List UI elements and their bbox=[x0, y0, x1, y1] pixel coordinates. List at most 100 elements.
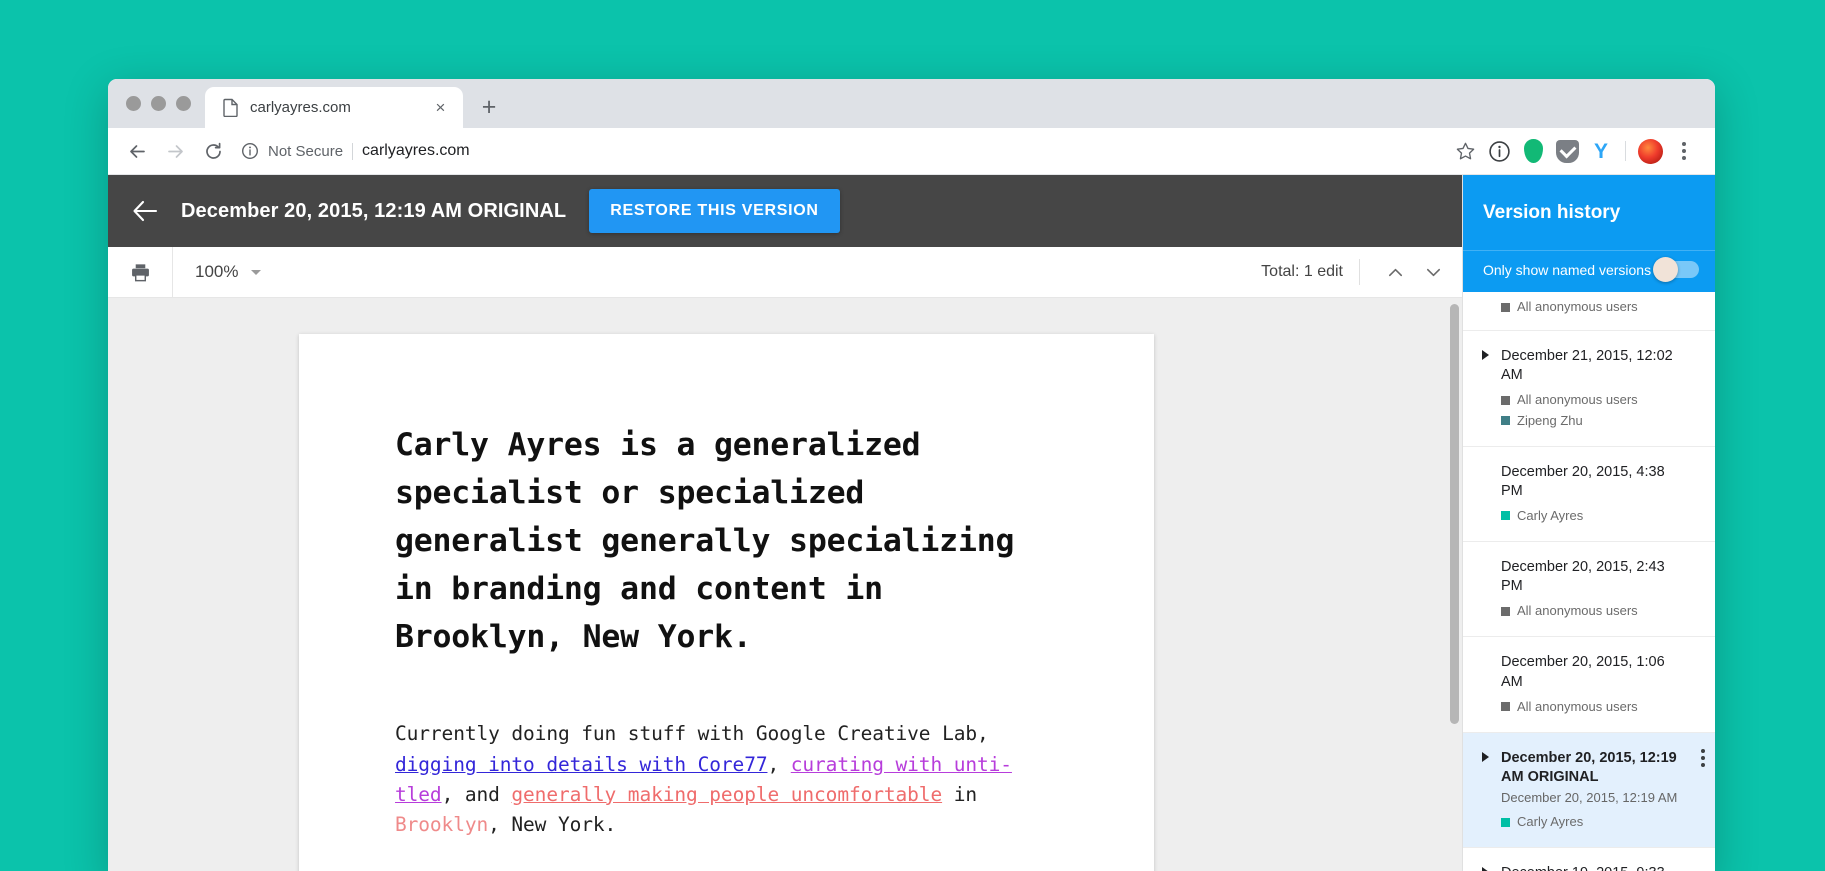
browser-window: carlyayres.com × + Not Secure carlyayres… bbox=[108, 79, 1715, 871]
expand-triangle-icon[interactable] bbox=[1482, 867, 1489, 871]
y-extension-icon[interactable]: Y bbox=[1584, 134, 1618, 168]
editor-color-swatch bbox=[1501, 606, 1510, 616]
forward-button-icon[interactable] bbox=[156, 132, 194, 170]
version-date: December 20, 2015, 12:19 AM ORIGINAL bbox=[1501, 749, 1677, 785]
version-history-item[interactable]: December 21, 2015, 12:02 AM All anonymous… bbox=[1463, 331, 1715, 447]
close-icon[interactable]: × bbox=[431, 98, 450, 117]
paragraph-brooklyn-text: Brooklyn bbox=[395, 813, 489, 837]
security-status-text: Not Secure bbox=[268, 142, 344, 160]
editor-name: Carly Ayres bbox=[1517, 507, 1584, 523]
version-editor: All anonymous users bbox=[1501, 697, 1697, 717]
paragraph-tail-text: , New York. bbox=[488, 813, 617, 837]
back-button-icon[interactable] bbox=[118, 132, 156, 170]
version-options-kebab-icon[interactable] bbox=[1701, 748, 1705, 767]
next-edit-button[interactable] bbox=[1414, 253, 1452, 291]
green-pin-extension-icon[interactable] bbox=[1516, 134, 1550, 168]
version-history-header: Version history Only show named versions bbox=[1463, 175, 1715, 292]
info-circle-icon[interactable] bbox=[241, 142, 259, 160]
maximize-window-button[interactable] bbox=[176, 96, 191, 111]
expand-triangle-icon[interactable] bbox=[1482, 350, 1489, 361]
version-title: December 20, 2015, 12:19 AM ORIGINAL bbox=[181, 199, 567, 222]
document-toolbar: 100% Total: 1 edit bbox=[108, 246, 1462, 298]
editor-color-swatch bbox=[1501, 395, 1510, 405]
close-window-button[interactable] bbox=[126, 96, 141, 111]
profile-avatar[interactable] bbox=[1633, 134, 1667, 168]
link-uncomfortable[interactable]: generally making people uncomfortable bbox=[511, 783, 942, 806]
version-date: December 21, 2015, 12:02 AM bbox=[1501, 348, 1673, 384]
minimize-window-button[interactable] bbox=[151, 96, 166, 111]
zoom-value: 100% bbox=[195, 262, 239, 281]
version-editor: Zipeng Zhu bbox=[1501, 411, 1697, 431]
version-editor: All anonymous users bbox=[1501, 390, 1697, 410]
version-editors: All anonymous users bbox=[1484, 297, 1697, 317]
version-history-item[interactable]: December 20, 2015, 12:19 AM ORIGINAL Dece… bbox=[1463, 732, 1715, 849]
paragraph-sep-3: in bbox=[942, 782, 978, 806]
version-editors: Carly Ayres bbox=[1484, 812, 1697, 832]
window-traffic-lights bbox=[121, 79, 205, 128]
editor-color-swatch bbox=[1501, 416, 1510, 426]
version-editors: All anonymous users bbox=[1484, 601, 1697, 621]
editor-color-swatch bbox=[1501, 817, 1510, 827]
version-date: December 20, 2015, 4:38 PM bbox=[1501, 463, 1665, 499]
document-heading: Carly Ayres is a generalized specialist … bbox=[395, 427, 1015, 655]
reload-button-icon[interactable] bbox=[194, 132, 232, 170]
document-scrollbar[interactable] bbox=[1450, 304, 1459, 724]
new-tab-button[interactable]: + bbox=[469, 87, 509, 128]
named-versions-label: Only show named versions bbox=[1483, 261, 1652, 278]
browser-toolbar: Not Secure carlyayres.com Y bbox=[108, 128, 1715, 175]
version-history-item[interactable]: December 20, 2015, 1:06 AM All anonymous … bbox=[1463, 637, 1715, 733]
chevron-down-icon[interactable] bbox=[251, 269, 262, 275]
toolbar-divider bbox=[1625, 141, 1626, 161]
named-versions-toggle-row[interactable]: Only show named versions bbox=[1463, 250, 1715, 292]
browser-extension-icons: Y bbox=[1448, 134, 1701, 168]
version-date: December 20, 2015, 1:06 AM bbox=[1501, 654, 1665, 690]
named-versions-toggle[interactable] bbox=[1653, 257, 1699, 282]
document-paragraph-1: Currently doing fun stuff with Google Cr… bbox=[395, 719, 1058, 840]
pocket-shield-extension-icon[interactable] bbox=[1550, 134, 1584, 168]
version-history-item[interactable]: December 19, 2015, 9:33 PMCarly Ayres bbox=[1463, 848, 1715, 871]
document-page: Carly Ayres is a generalized specialist … bbox=[299, 334, 1154, 871]
zoom-control[interactable]: 100% bbox=[173, 262, 262, 282]
tab-title: carlyayres.com bbox=[250, 99, 351, 116]
bookmark-star-icon[interactable] bbox=[1448, 134, 1482, 168]
editor-color-swatch bbox=[1501, 302, 1510, 312]
version-history-item[interactable]: December 20, 2015, 2:43 PM All anonymous … bbox=[1463, 542, 1715, 638]
editor-color-swatch bbox=[1501, 702, 1510, 712]
version-editors: Carly Ayres bbox=[1484, 506, 1697, 526]
version-editor: All anonymous users bbox=[1501, 297, 1697, 317]
paragraph-sep-2: , and bbox=[441, 782, 512, 806]
address-bar[interactable]: Not Secure carlyayres.com bbox=[232, 135, 1448, 168]
printer-icon[interactable] bbox=[108, 246, 173, 298]
version-bar: December 20, 2015, 12:19 AM ORIGINAL RES… bbox=[108, 175, 1462, 247]
version-editor: Carly Ayres bbox=[1501, 812, 1697, 832]
version-history-item[interactable]: All anonymous users bbox=[1463, 297, 1715, 332]
version-history-title: Version history bbox=[1483, 202, 1621, 223]
tab-strip: carlyayres.com × + bbox=[108, 79, 1715, 128]
document-side: December 20, 2015, 12:19 AM ORIGINAL RES… bbox=[108, 175, 1462, 871]
chrome-menu-kebab-icon[interactable] bbox=[1667, 134, 1701, 168]
paragraph-pre-text: Currently doing fun stuff with Google Cr… bbox=[395, 722, 989, 746]
toolbar-divider bbox=[1359, 259, 1360, 285]
expand-triangle-icon[interactable] bbox=[1482, 751, 1489, 762]
document-canvas: Carly Ayres is a generalized specialist … bbox=[108, 298, 1462, 871]
back-arrow-icon[interactable] bbox=[132, 200, 158, 222]
version-editors: All anonymous users bbox=[1484, 697, 1697, 717]
link-core77[interactable]: digging into details with Core77 bbox=[395, 753, 768, 776]
restore-this-version-button[interactable]: RESTORE THIS VERSION bbox=[589, 189, 840, 233]
editor-name: All anonymous users bbox=[1517, 698, 1638, 714]
info-circle-icon[interactable] bbox=[1482, 134, 1516, 168]
version-history-panel: Version history Only show named versions… bbox=[1462, 175, 1715, 871]
total-edits-text: Total: 1 edit bbox=[1261, 263, 1343, 280]
version-subtitle: December 20, 2015, 12:19 AM bbox=[1501, 790, 1678, 806]
page-content: December 20, 2015, 12:19 AM ORIGINAL RES… bbox=[108, 175, 1715, 871]
version-history-list[interactable]: All anonymous users December 21, 2015, 12… bbox=[1463, 292, 1715, 871]
editor-name: All anonymous users bbox=[1517, 392, 1638, 408]
browser-tab[interactable]: carlyayres.com × bbox=[205, 87, 463, 128]
previous-edit-button[interactable] bbox=[1376, 253, 1414, 291]
version-date: December 19, 2015, 9:33 PM bbox=[1484, 864, 1697, 871]
editor-name: Carly Ayres bbox=[1517, 813, 1584, 829]
paragraph-sep-1: , bbox=[767, 752, 791, 776]
version-history-item[interactable]: December 20, 2015, 4:38 PM Carly Ayres bbox=[1463, 447, 1715, 543]
editor-name: All anonymous users bbox=[1517, 603, 1638, 619]
url-text: carlyayres.com bbox=[362, 142, 470, 159]
